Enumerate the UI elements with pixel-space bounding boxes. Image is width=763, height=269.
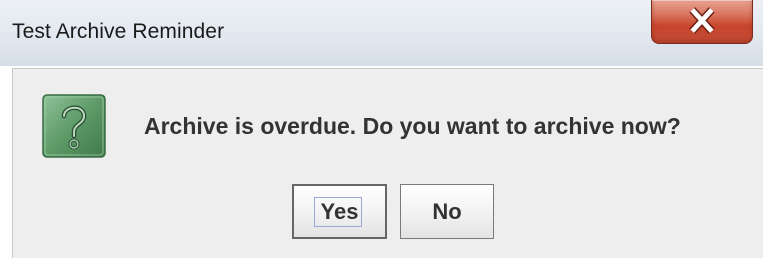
dialog-content: Archive is overdue. Do you want to archi… bbox=[12, 68, 763, 258]
title-bar[interactable]: Test Archive Reminder bbox=[0, 0, 763, 66]
close-icon bbox=[689, 7, 715, 34]
dialog-message: Archive is overdue. Do you want to archi… bbox=[144, 113, 681, 139]
window-title: Test Archive Reminder bbox=[12, 20, 225, 43]
question-icon bbox=[42, 94, 106, 158]
dialog-window: Test Archive Reminder Archive is overdue… bbox=[0, 0, 763, 269]
bottom-edge bbox=[12, 258, 763, 269]
close-button[interactable] bbox=[651, 0, 753, 44]
yes-button[interactable]: Yes bbox=[292, 184, 387, 239]
no-button-label: No bbox=[432, 198, 462, 224]
yes-button-label: Yes bbox=[320, 198, 359, 224]
no-button[interactable]: No bbox=[400, 184, 494, 239]
